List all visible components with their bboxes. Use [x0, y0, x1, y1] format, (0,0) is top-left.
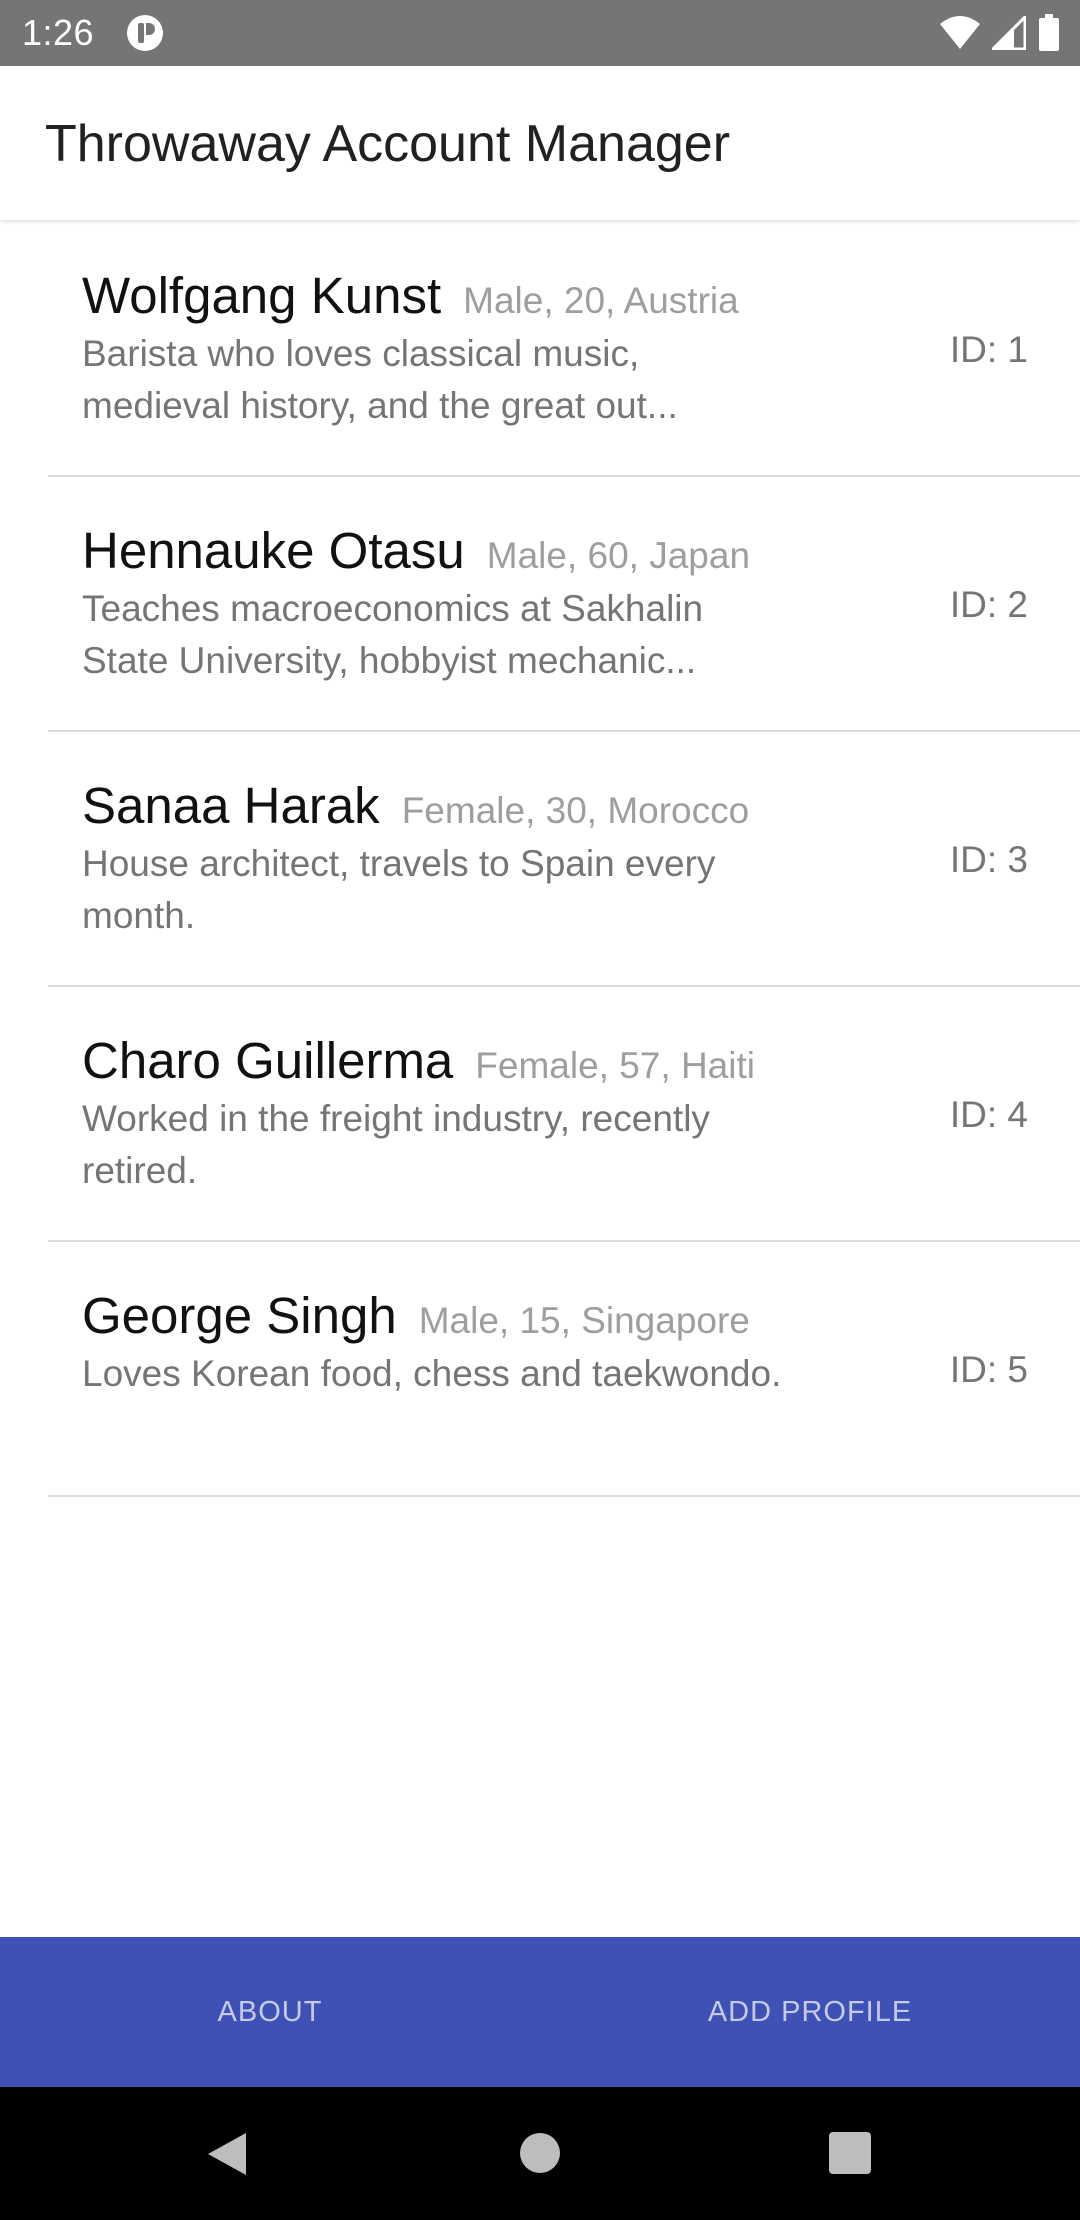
profile-name: Sanaa Harak [82, 777, 380, 834]
list-item[interactable]: George Singh Male, 15, Singapore Loves K… [0, 1242, 1080, 1497]
profile-meta: Female, 30, Morocco [401, 790, 750, 831]
profile-id: ID: 5 [949, 1349, 1028, 1390]
battery-icon [1039, 14, 1059, 51]
divider [48, 1495, 1080, 1497]
profile-name: George Singh [82, 1287, 397, 1344]
profile-id: ID: 1 [949, 329, 1028, 370]
status-icons [940, 12, 1060, 54]
status-bar: 1:26 [0, 0, 1080, 66]
list-item[interactable]: Wolfgang Kunst Male, 20, Austria Barista… [0, 222, 1080, 477]
profile-name: Charo Guillerma [82, 1032, 454, 1089]
status-time: 1:26 [22, 12, 95, 53]
profile-description: Barista who loves classical music, medie… [82, 333, 678, 426]
profile-meta: Male, 60, Japan [486, 535, 751, 576]
list-item[interactable]: Sanaa Harak Female, 30, Morocco House ar… [0, 732, 1080, 987]
page-title: Throwaway Account Manager [45, 115, 731, 173]
profile-name: Hennauke Otasu [82, 522, 465, 579]
profile-header: Sanaa Harak Female, 30, Morocco [82, 776, 749, 835]
profile-header: Wolfgang Kunst Male, 20, Austria [82, 266, 739, 325]
wifi-icon [940, 16, 980, 49]
add-profile-button[interactable]: ADD PROFILE [540, 1937, 1080, 2087]
profile-meta: Female, 57, Haiti [475, 1045, 755, 1086]
profile-header: Charo Guillerma Female, 57, Haiti [82, 1031, 755, 1090]
profile-meta: Male, 20, Austria [463, 280, 739, 321]
back-icon[interactable] [204, 2131, 248, 2177]
bottom-action-bar: ABOUT ADD PROFILE [0, 1937, 1080, 2087]
profile-meta: Male, 15, Singapore [418, 1300, 750, 1341]
profile-header: Hennauke Otasu Male, 60, Japan [82, 521, 750, 580]
system-nav-bar [0, 2087, 1080, 2220]
about-button[interactable]: ABOUT [0, 1937, 540, 2087]
profile-header: George Singh Male, 15, Singapore [82, 1286, 750, 1345]
notification-app-icon [127, 15, 163, 51]
profile-id: ID: 2 [949, 584, 1028, 625]
profile-description: Worked in the freight industry, recently… [82, 1098, 710, 1191]
list-item[interactable]: Charo Guillerma Female, 57, Haiti Worked… [0, 987, 1080, 1242]
profile-id: ID: 4 [949, 1094, 1028, 1135]
profile-description: Teaches macroeconomics at Sakhalin State… [82, 588, 704, 681]
profile-description: House architect, travels to Spain every … [82, 843, 716, 936]
recents-icon[interactable] [829, 2132, 871, 2174]
profile-name: Wolfgang Kunst [82, 267, 442, 324]
profile-list: Wolfgang Kunst Male, 20, Austria Barista… [0, 222, 1080, 1497]
profile-description: Loves Korean food, chess and taekwondo. [82, 1353, 782, 1394]
cell-signal-icon [992, 16, 1026, 50]
profile-id: ID: 3 [949, 839, 1028, 880]
app-bar: Throwaway Account Manager [0, 66, 1080, 220]
list-item[interactable]: Hennauke Otasu Male, 60, Japan Teaches m… [0, 477, 1080, 732]
home-icon[interactable] [520, 2133, 560, 2173]
